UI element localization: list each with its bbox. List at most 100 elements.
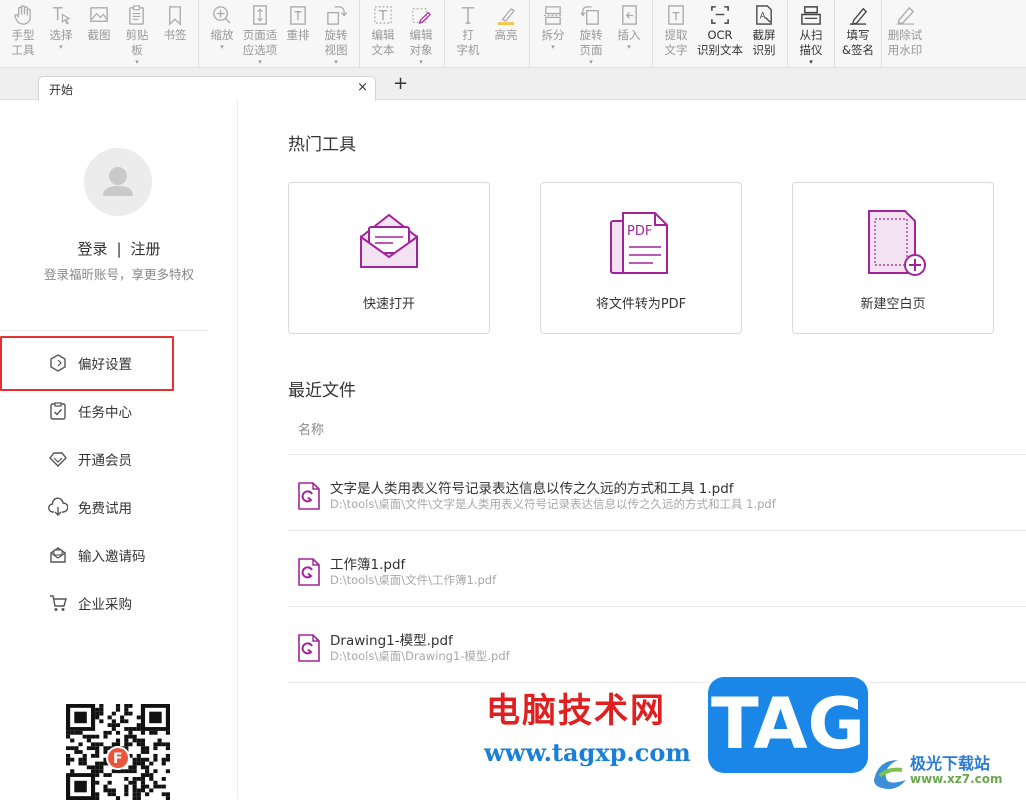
- register-link[interactable]: 注册: [131, 240, 161, 258]
- close-icon[interactable]: ×: [357, 80, 368, 95]
- rotate-page-button[interactable]: 旋转 页面 ▾: [572, 0, 610, 67]
- toolbar-button-label: 书签: [163, 28, 187, 42]
- clipboard-check-icon: [48, 401, 68, 421]
- ocr-button[interactable]: OCR 识别文本: [695, 0, 745, 67]
- column-header-name[interactable]: 名称: [298, 419, 324, 438]
- scan-button[interactable]: 从扫 描仪 ▾: [792, 0, 830, 67]
- menu-item-preferences[interactable]: 偏好设置: [0, 339, 238, 387]
- clipboard-icon: [125, 2, 149, 28]
- site-name: 极光下载站: [910, 754, 991, 773]
- diamond-icon: [48, 449, 68, 469]
- zoom-button[interactable]: 缩放 ▾: [203, 0, 241, 67]
- menu-item-label: 企业采购: [78, 597, 132, 613]
- screenshot-button[interactable]: 截图: [80, 0, 118, 67]
- screen-ocr-button[interactable]: A 截屏 识别: [745, 0, 783, 67]
- new-blank-page-card[interactable]: 新建空白页: [792, 182, 994, 334]
- menu-item-label: 免费试用: [78, 501, 132, 517]
- toolbar-group: 从扫 描仪 ▾: [788, 0, 835, 67]
- site-logo: 极光下载站 www.xz7.com: [866, 746, 1026, 799]
- sidebar: 登录 | 注册 登录福昕账号，享更多特权 偏好设置 任务中心 开通会员 免费试用 输…: [0, 101, 238, 800]
- cloud-download-icon: [48, 497, 68, 517]
- pdf-document-icon: PDF: [610, 212, 668, 274]
- chevron-down-icon: ▾: [809, 58, 813, 66]
- toolbar-button-label: 剪贴 板: [125, 28, 149, 57]
- sidebar-divider: [0, 330, 208, 331]
- chevron-down-icon: ▾: [627, 43, 631, 51]
- fit-page-icon: [248, 2, 272, 28]
- menu-item-label: 开通会员: [78, 453, 132, 469]
- toolbar-button-label: 拆分: [541, 28, 565, 42]
- login-link[interactable]: 登录: [77, 240, 107, 258]
- menu-item-free-trial[interactable]: 免费试用: [0, 483, 238, 531]
- pdf-file-icon: [298, 634, 320, 662]
- toolbar-button-label: 旋转 页面: [579, 28, 603, 57]
- remove-watermark-button[interactable]: 删除试 用水印: [886, 0, 924, 67]
- recent-file-row[interactable]: 工作簿1.pdf D:\tools\桌面\文件\工作簿1.pdf: [288, 531, 1026, 607]
- toolbar-button-label: 编辑 对象: [409, 28, 433, 57]
- mail-open-icon: [48, 545, 68, 565]
- toolbar-button-label: 旋转 视图: [324, 28, 348, 57]
- highlight-button[interactable]: 高亮: [487, 0, 525, 67]
- user-icon: [103, 167, 133, 196]
- hot-tools-title: 热门工具: [288, 135, 356, 155]
- toolbar-group: 缩放 ▾ 页面适 应选项 ▾ 重排 旋转 视图 ▾: [199, 0, 360, 67]
- recent-file-row[interactable]: 文字是人类用表义符号记录表达信息以传之久远的方式和工具 1.pdf D:\too…: [288, 455, 1026, 531]
- select-button[interactable]: 选择 ▾: [42, 0, 80, 67]
- screen-ocr-icon: A: [752, 2, 776, 28]
- watermark-text: 电脑技术网: [486, 691, 666, 731]
- tab-start[interactable]: 开始 ×: [38, 76, 376, 101]
- bookmark-button[interactable]: 书签: [156, 0, 194, 67]
- hand-icon: [11, 2, 35, 28]
- svg-text:A: A: [760, 11, 766, 21]
- menu-item-task-center[interactable]: 任务中心: [0, 387, 238, 435]
- menu-item-membership[interactable]: 开通会员: [0, 435, 238, 483]
- svg-text:F: F: [113, 751, 123, 767]
- avatar[interactable]: [84, 148, 152, 216]
- edit-text-icon: [371, 2, 395, 28]
- pdf-file-icon: [298, 482, 320, 510]
- toolbar-button-label: 页面适 应选项: [242, 28, 278, 57]
- menu-item-invite-code[interactable]: 输入邀请码: [0, 531, 238, 579]
- select-text-icon: [49, 2, 73, 28]
- file-name: 工作簿1.pdf: [330, 557, 406, 573]
- card-label: 快速打开: [362, 297, 415, 312]
- fill-sign-button[interactable]: 填写 &签名: [839, 0, 877, 67]
- toolbar-button-label: 截图: [87, 28, 111, 42]
- edit-object-button[interactable]: 编辑 对象 ▾: [402, 0, 440, 67]
- menu-item-enterprise[interactable]: 企业采购: [0, 579, 238, 627]
- edit-object-icon: [409, 2, 433, 28]
- fit-page-button[interactable]: 页面适 应选项 ▾: [241, 0, 279, 67]
- split-button[interactable]: 拆分 ▾: [534, 0, 572, 67]
- reflow-button[interactable]: 重排: [279, 0, 317, 67]
- chevron-down-icon: ▾: [59, 43, 63, 51]
- recent-file-row[interactable]: Drawing1-模型.pdf D:\tools\桌面\Drawing1-模型.…: [288, 607, 1026, 683]
- toolbar-button-label: 缩放: [210, 28, 234, 42]
- typewriter-button[interactable]: 打 字机: [449, 0, 487, 67]
- clipboard-button[interactable]: 剪贴 板 ▾: [118, 0, 156, 67]
- toolbar-button-label: 从扫 描仪: [799, 28, 823, 57]
- pen-sign-icon: [846, 2, 870, 28]
- card-label: 新建空白页: [860, 297, 926, 312]
- envelope-icon: [360, 213, 418, 268]
- file-path: D:\tools\桌面\文件\工作簿1.pdf: [330, 573, 497, 587]
- chevron-down-icon: ▾: [258, 58, 262, 66]
- file-name: 文字是人类用表义符号记录表达信息以传之久远的方式和工具 1.pdf: [330, 481, 734, 497]
- insert-button[interactable]: 插入 ▾: [610, 0, 648, 67]
- login-separator: |: [116, 240, 122, 258]
- hand-tool-button[interactable]: 手型 工具: [4, 0, 42, 67]
- convert-to-pdf-card[interactable]: PDF 将文件转为PDF: [540, 182, 742, 334]
- pdf-file-icon: [298, 558, 320, 586]
- quick-open-card[interactable]: 快速打开: [288, 182, 490, 334]
- toolbar-group: 打 字机 高亮: [445, 0, 530, 67]
- add-tab-button[interactable]: +: [393, 73, 408, 94]
- split-icon: [541, 2, 565, 28]
- chevron-down-icon: ▾: [220, 43, 224, 51]
- extract-text-button[interactable]: 提取 文字: [657, 0, 695, 67]
- menu-item-label: 输入邀请码: [78, 549, 146, 565]
- main-toolbar: 手型 工具 选择 ▾ 截图 剪贴 板 ▾ 书签 缩放 ▾ 页面适 应选项 ▾ 重排 旋转 视图 ▾ 编辑 文…: [0, 0, 1026, 68]
- edit-text-button[interactable]: 编辑 文本: [364, 0, 402, 67]
- toolbar-button-label: 插入: [617, 28, 641, 42]
- chevron-down-icon: ▾: [589, 58, 593, 66]
- rotate-view-button[interactable]: 旋转 视图 ▾: [317, 0, 355, 67]
- card-label: 将文件转为PDF: [595, 297, 687, 312]
